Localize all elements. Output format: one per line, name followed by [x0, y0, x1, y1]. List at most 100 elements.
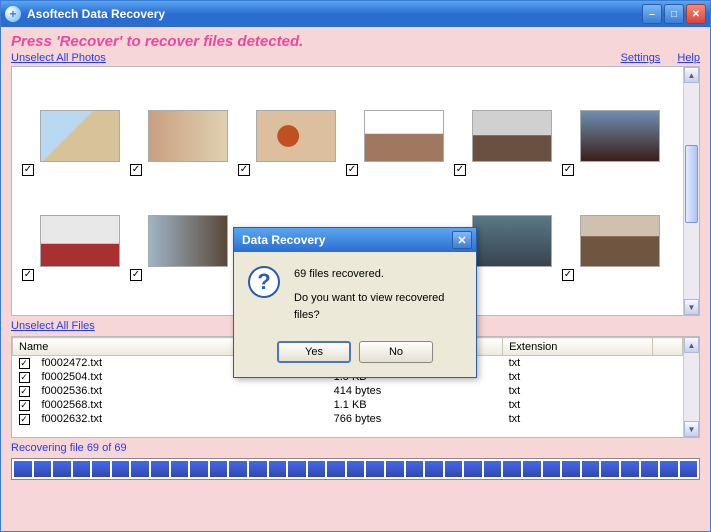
file-ext: txt	[503, 356, 653, 371]
thumb-cell[interactable]: ✓	[124, 75, 232, 180]
progress-segment	[601, 461, 619, 477]
file-name: f0002536.txt	[36, 384, 328, 398]
progress-segment	[288, 461, 306, 477]
thumbnail-image[interactable]	[40, 215, 120, 267]
dialog-titlebar: Data Recovery ✕	[234, 228, 476, 252]
file-scroll-track[interactable]	[684, 353, 699, 421]
progress-segment	[14, 461, 32, 477]
file-size: 414 bytes	[328, 384, 503, 398]
file-checkbox[interactable]: ✓	[19, 400, 30, 411]
thumb-cell[interactable]: ✓	[448, 75, 556, 180]
progress-segment	[445, 461, 463, 477]
yes-button[interactable]: Yes	[277, 341, 351, 363]
question-icon: ?	[248, 266, 280, 298]
scroll-up-icon[interactable]: ▲	[684, 67, 699, 83]
column-header[interactable]: Extension	[503, 338, 653, 356]
progress-segment	[53, 461, 71, 477]
file-name: f0002632.txt	[36, 412, 328, 426]
thumb-cell[interactable]: ✓	[16, 75, 124, 180]
main-window: + Asoftech Data Recovery – □ ✕ Press 'Re…	[0, 0, 711, 532]
thumbnail-image[interactable]	[256, 110, 336, 162]
recovery-dialog: Data Recovery ✕ ? 69 files recovered. Do…	[233, 227, 477, 378]
scroll-down-icon[interactable]: ▼	[684, 299, 699, 315]
dialog-title: Data Recovery	[242, 233, 325, 247]
file-ext: txt	[503, 412, 653, 426]
dialog-line1: 69 files recovered.	[294, 266, 462, 284]
thumbnail-image[interactable]	[364, 110, 444, 162]
progress-segment	[562, 461, 580, 477]
progress-segment	[543, 461, 561, 477]
dialog-body: ? 69 files recovered. Do you want to vie…	[234, 252, 476, 377]
thumb-checkbox[interactable]: ✓	[22, 164, 34, 176]
thumb-checkbox[interactable]: ✓	[130, 269, 142, 281]
file-size: 766 bytes	[328, 412, 503, 426]
file-scrollbar[interactable]: ▲ ▼	[683, 337, 699, 437]
file-checkbox[interactable]: ✓	[19, 414, 30, 425]
thumbnail-image[interactable]	[472, 110, 552, 162]
window-title: Asoftech Data Recovery	[27, 7, 165, 21]
thumb-checkbox[interactable]: ✓	[238, 164, 250, 176]
dialog-text: 69 files recovered. Do you want to view …	[294, 266, 462, 325]
thumb-cell[interactable]	[16, 285, 124, 315]
photo-scrollbar[interactable]: ▲ ▼	[683, 67, 699, 315]
progress-segment	[621, 461, 639, 477]
progress-segment	[425, 461, 443, 477]
progress-segment	[92, 461, 110, 477]
file-ext: txt	[503, 370, 653, 384]
table-row[interactable]: ✓ f0002632.txt766 bytestxt	[13, 412, 683, 426]
thumbnail-image[interactable]	[580, 110, 660, 162]
instruction-text: Press 'Recover' to recover files detecte…	[11, 33, 700, 50]
app-icon: +	[5, 6, 21, 22]
thumbnail-image[interactable]	[472, 215, 552, 267]
thumb-cell[interactable]: ✓	[16, 180, 124, 285]
thumb-cell[interactable]: ✓	[340, 75, 448, 180]
column-header[interactable]	[653, 338, 683, 356]
file-checkbox[interactable]: ✓	[19, 386, 30, 397]
thumb-checkbox[interactable]: ✓	[562, 164, 574, 176]
thumb-cell[interactable]: ✓	[232, 75, 340, 180]
thumb-cell[interactable]: ✓	[556, 180, 664, 285]
progress-segment	[406, 461, 424, 477]
progress-segment	[484, 461, 502, 477]
maximize-button[interactable]: □	[664, 4, 684, 24]
thumb-checkbox[interactable]: ✓	[562, 269, 574, 281]
scroll-track[interactable]	[684, 83, 699, 299]
dialog-line2: Do you want to view recovered files?	[294, 290, 462, 325]
thumb-cell[interactable]: ✓	[556, 75, 664, 180]
scroll-thumb[interactable]	[685, 145, 698, 223]
progress-segment	[464, 461, 482, 477]
file-scroll-down-icon[interactable]: ▼	[684, 421, 699, 437]
thumbnail-image[interactable]	[40, 110, 120, 162]
progress-segment	[171, 461, 189, 477]
help-link[interactable]: Help	[677, 52, 700, 64]
thumb-checkbox[interactable]: ✓	[454, 164, 466, 176]
status-text: Recovering file 69 of 69	[11, 442, 700, 454]
progress-segment	[660, 461, 678, 477]
progress-segment	[366, 461, 384, 477]
thumb-checkbox[interactable]: ✓	[130, 164, 142, 176]
progress-segment	[249, 461, 267, 477]
file-checkbox[interactable]: ✓	[19, 372, 30, 383]
thumbnail-image[interactable]	[148, 215, 228, 267]
titlebar: + Asoftech Data Recovery – □ ✕	[1, 1, 710, 27]
table-row[interactable]: ✓f0002536.txt414 bytestxt	[13, 384, 683, 398]
progress-segment	[523, 461, 541, 477]
progress-segment	[34, 461, 52, 477]
thumb-checkbox[interactable]: ✓	[346, 164, 358, 176]
file-checkbox[interactable]: ✓	[19, 358, 30, 369]
unselect-all-photos-link[interactable]: Unselect All Photos	[11, 52, 106, 64]
progress-segment	[347, 461, 365, 477]
thumb-cell[interactable]: ✓	[124, 180, 232, 285]
settings-link[interactable]: Settings	[621, 52, 661, 64]
progress-segment	[112, 461, 130, 477]
progress-segment	[190, 461, 208, 477]
dialog-close-button[interactable]: ✕	[452, 231, 472, 249]
minimize-button[interactable]: –	[642, 4, 662, 24]
close-button[interactable]: ✕	[686, 4, 706, 24]
thumb-checkbox[interactable]: ✓	[22, 269, 34, 281]
table-row[interactable]: ✓f0002568.txt1.1 KBtxt	[13, 398, 683, 412]
thumbnail-image[interactable]	[580, 215, 660, 267]
file-scroll-up-icon[interactable]: ▲	[684, 337, 699, 353]
thumbnail-image[interactable]	[148, 110, 228, 162]
no-button[interactable]: No	[359, 341, 433, 363]
